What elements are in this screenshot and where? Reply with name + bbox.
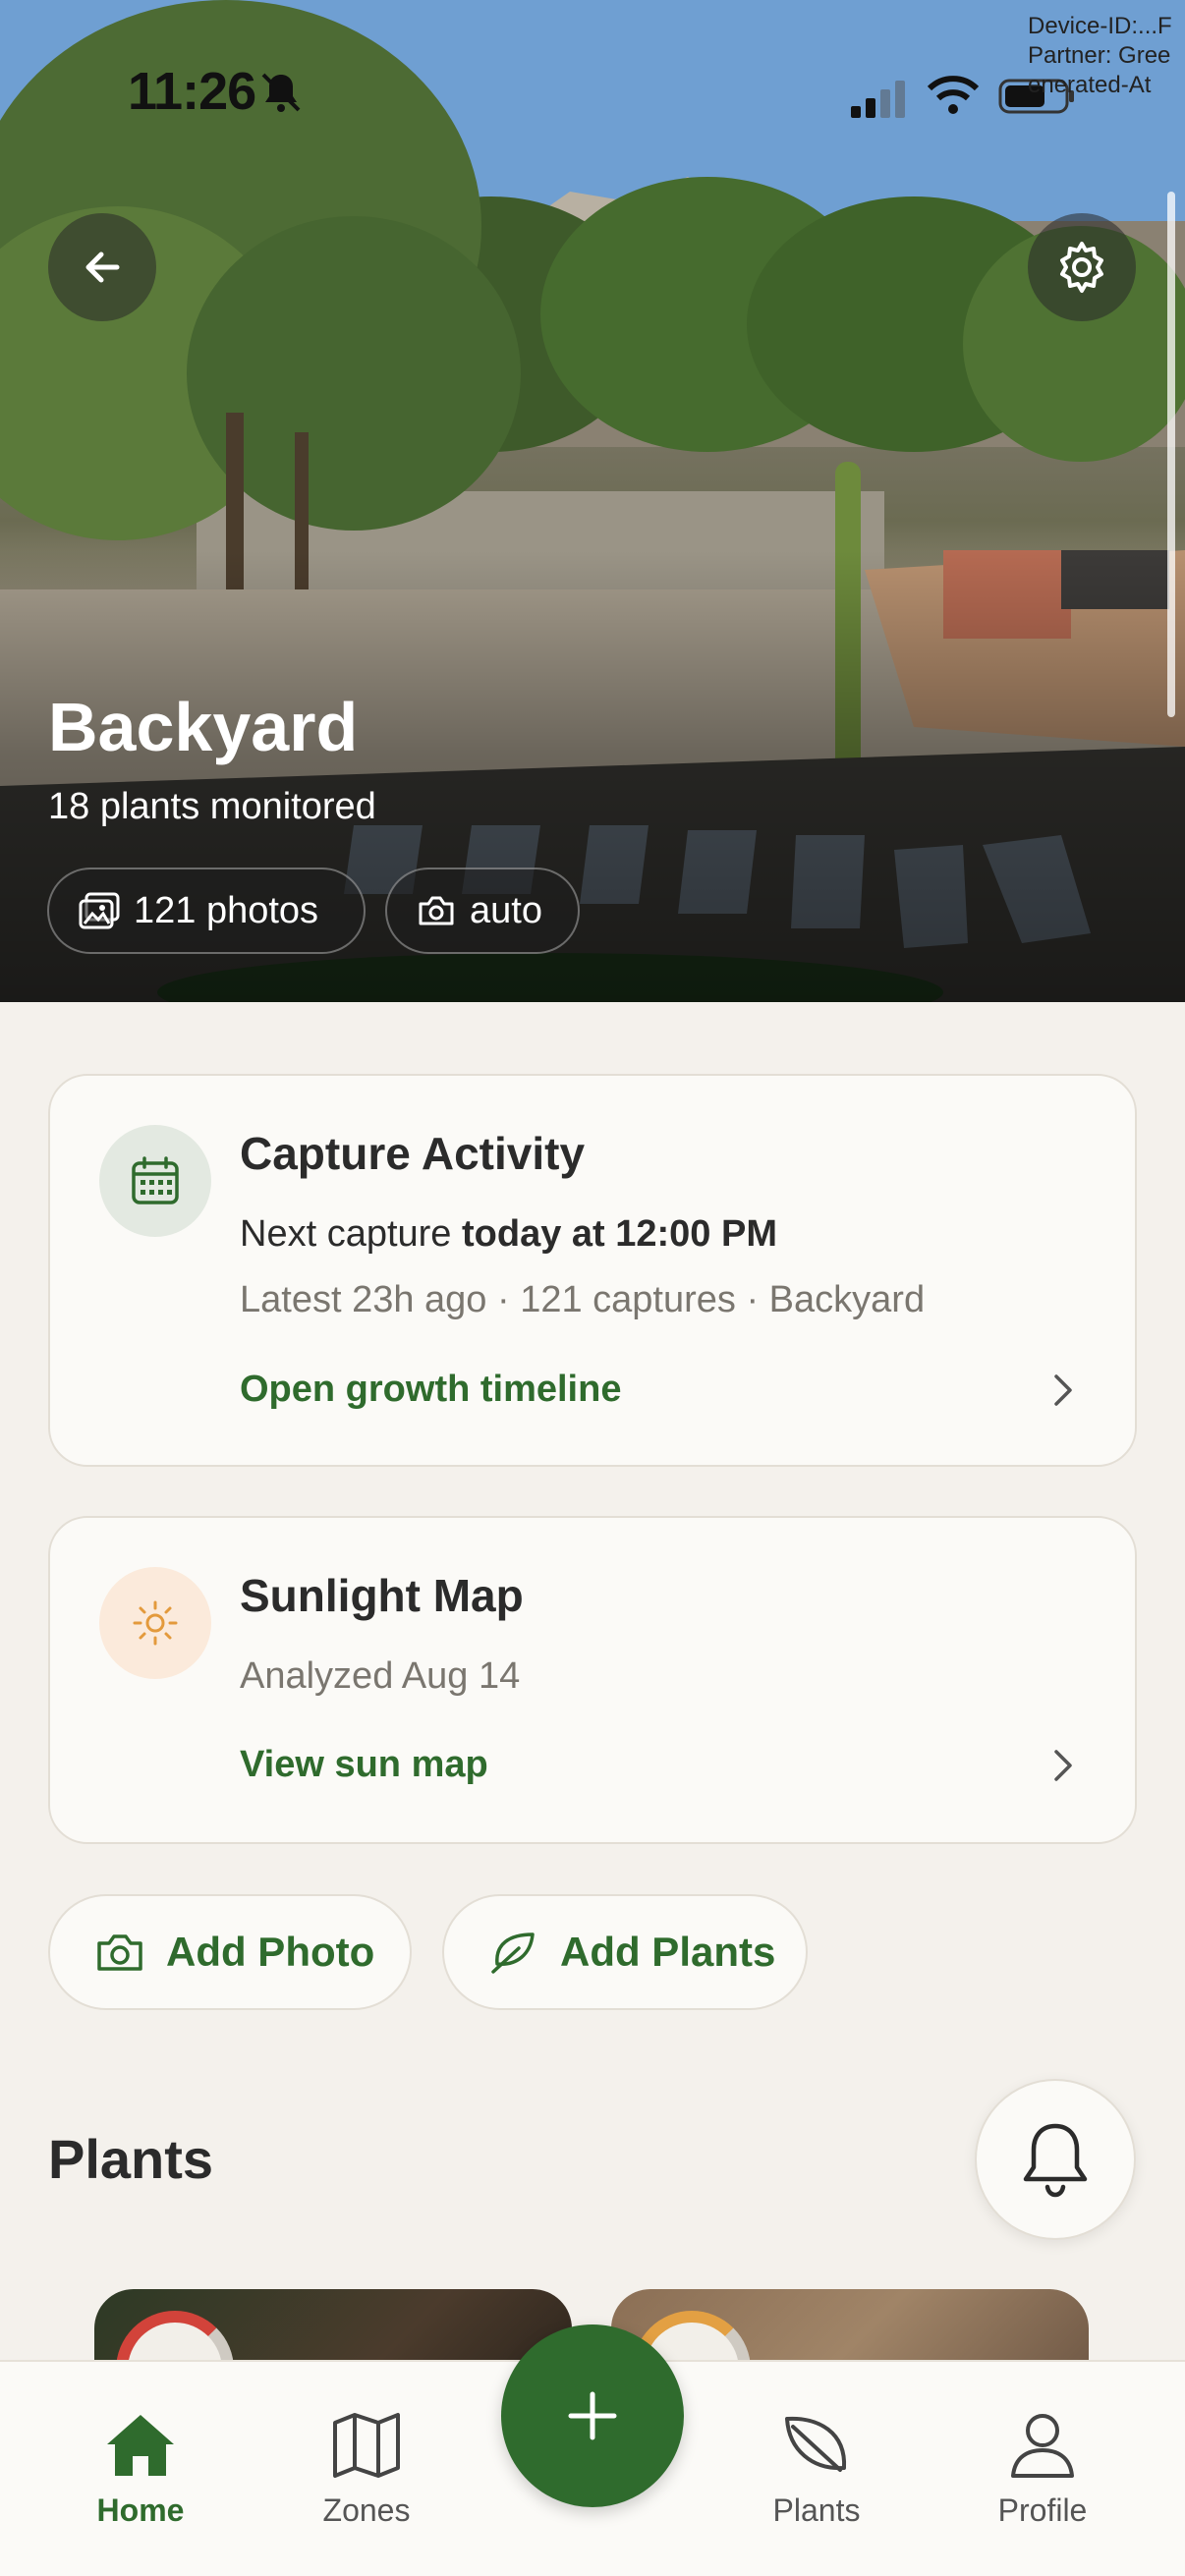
sun-icon — [133, 1600, 178, 1646]
zone-subtitle: 18 plants monitored — [48, 786, 376, 827]
leaf-icon — [491, 1932, 535, 1974]
bell-icon — [1023, 2123, 1088, 2198]
chevron-right-icon — [1054, 1374, 1072, 1406]
overlay-line: Device-ID:...F — [1028, 13, 1172, 39]
tab-profile-label: Profile — [997, 2492, 1088, 2528]
next-capture-label: Next capture — [240, 1213, 462, 1255]
home-icon — [107, 2415, 174, 2476]
tab-home[interactable]: Home — [52, 2411, 229, 2529]
debug-overlay: Device-ID:...F Partner: Gree enerated-At — [1028, 12, 1185, 100]
camera-icon — [97, 1934, 142, 1971]
notifications-button[interactable] — [975, 2079, 1136, 2240]
sun-analyzed-date: Analyzed Aug 14 — [240, 1655, 521, 1697]
latest-capture-info: Latest 23h ago · 121 captures · Backyard — [240, 1279, 926, 1320]
tab-home-label: Home — [96, 2492, 185, 2528]
overlay-line: enerated-At — [1028, 72, 1152, 98]
settings-button[interactable] — [1028, 213, 1136, 321]
next-capture: Next capture today at 12:00 PM — [240, 1213, 777, 1256]
sun-card-title: Sunlight Map — [240, 1570, 524, 1621]
wifi-icon — [927, 76, 980, 114]
back-button[interactable] — [48, 213, 156, 321]
calendar-icon — [132, 1156, 179, 1204]
map-icon — [333, 2413, 400, 2478]
next-capture-time: today at 12:00 PM — [462, 1213, 777, 1255]
photos-icon — [79, 892, 120, 929]
tab-zones[interactable]: Zones — [278, 2411, 455, 2529]
cellular-signal-icon — [851, 81, 905, 118]
zone-hero: 11:26 Device-ID:...F Partner: Gree enera… — [0, 0, 1185, 1002]
calendar-icon-badge — [99, 1125, 211, 1237]
tab-profile[interactable]: Profile — [954, 2411, 1131, 2529]
camera-icon — [419, 896, 454, 925]
add-plants-label: Add Plants — [560, 1929, 776, 1975]
tab-plants-label: Plants — [772, 2492, 861, 2528]
add-plants-button[interactable]: Add Plants — [442, 1894, 808, 2010]
back-arrow-icon — [85, 252, 120, 283]
leaf-icon — [785, 2416, 847, 2472]
zone-title: Backyard — [48, 689, 359, 765]
bell-off-icon — [261, 73, 301, 112]
tab-plants[interactable]: Plants — [728, 2411, 905, 2529]
add-photo-button[interactable]: Add Photo — [48, 1894, 412, 2010]
open-growth-timeline-link[interactable]: Open growth timeline — [240, 1369, 621, 1411]
gear-icon — [1060, 242, 1103, 293]
overlay-line: Partner: Gree — [1028, 42, 1171, 69]
status-time: 11:26 — [128, 62, 256, 121]
chevron-right-icon — [1054, 1750, 1072, 1781]
plus-icon — [568, 2391, 617, 2440]
add-fab-button[interactable] — [501, 2324, 684, 2507]
status-bar: 11:26 Device-ID:...F Partner: Gree enera… — [0, 0, 1185, 187]
person-icon — [1011, 2414, 1074, 2478]
photos-chip[interactable]: 121 photos — [47, 868, 366, 954]
add-photo-label: Add Photo — [166, 1929, 375, 1975]
scroll-indicator — [1167, 192, 1175, 717]
plants-section-title: Plants — [48, 2128, 214, 2190]
view-sun-map-link[interactable]: View sun map — [240, 1744, 488, 1786]
sun-icon-badge — [99, 1567, 211, 1679]
capture-activity-card[interactable]: Capture Activity Next capture today at 1… — [48, 1074, 1137, 1467]
sunlight-map-card[interactable]: Sunlight Map Analyzed Aug 14 View sun ma… — [48, 1516, 1137, 1844]
capture-card-title: Capture Activity — [240, 1128, 586, 1179]
photos-count: 121 photos — [134, 889, 319, 931]
tab-zones-label: Zones — [322, 2492, 411, 2528]
capture-mode-chip[interactable]: auto — [385, 868, 580, 954]
capture-mode: auto — [470, 889, 542, 931]
